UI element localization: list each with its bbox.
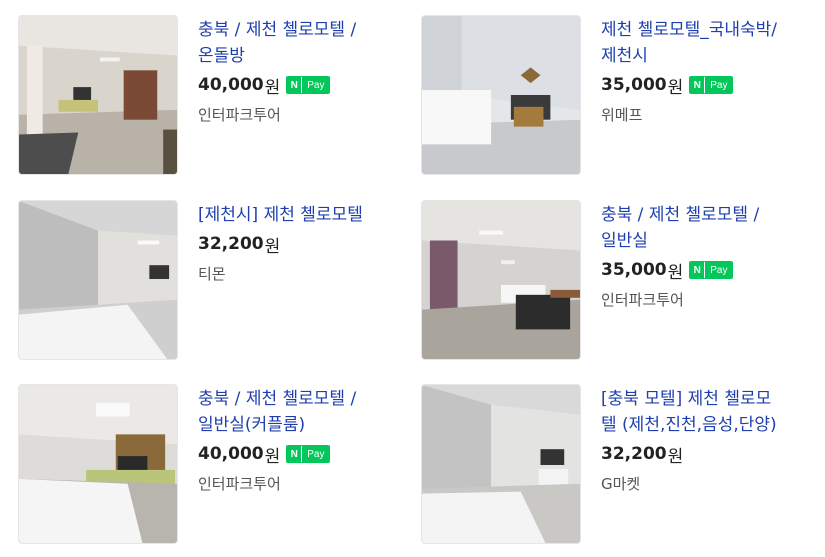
listing-price: 35,000 — [601, 75, 667, 95]
seller-name[interactable]: 인터파크투어 — [601, 290, 801, 310]
listing-title[interactable]: [제천시] 제천 첼로모텔 — [198, 202, 398, 228]
listing-card-4[interactable]: 충북 / 제천 첼로모텔 / 일반실 35,000 원 N Pay 인터파크투어 — [421, 200, 821, 362]
listing-title[interactable]: 제천 첼로모텔_국내숙박/제천시 — [601, 17, 801, 69]
seller-name[interactable]: 티몬 — [198, 264, 398, 284]
seller-name[interactable]: 위메프 — [601, 105, 801, 125]
listing-price: 40,000 — [198, 75, 264, 95]
listing-thumbnail[interactable] — [421, 15, 581, 175]
listing-title[interactable]: 충북 / 제천 첼로모텔 / 온돌방 — [198, 17, 398, 69]
listing-card-5[interactable]: 충북 / 제천 첼로모텔 / 일반실(커플룸) 40,000 원 N Pay 인터파크… — [18, 384, 418, 546]
listing-price: 32,200 — [198, 234, 264, 254]
listing-thumbnail[interactable] — [18, 15, 178, 175]
listing-thumbnail[interactable] — [421, 200, 581, 360]
seller-name[interactable]: G마켓 — [601, 474, 801, 494]
listing-thumbnail[interactable] — [18, 384, 178, 544]
currency-label: 원 — [264, 77, 281, 98]
listing-card-1[interactable]: 충북 / 제천 첼로모텔 / 온돌방 40,000 원 N Pay 인터파크투어 — [18, 15, 418, 177]
currency-label: 원 — [667, 262, 684, 283]
currency-label: 원 — [667, 446, 684, 467]
listing-title[interactable]: [충북 모텔] 제천 첼로모 텔 (제천,진천,음성,단양) — [601, 386, 801, 438]
currency-label: 원 — [667, 77, 684, 98]
listing-price: 40,000 — [198, 444, 264, 464]
listing-price: 32,200 — [601, 444, 667, 464]
listing-card-2[interactable]: 제천 첼로모텔_국내숙박/제천시 35,000 원 N Pay 위메프 — [421, 15, 821, 177]
seller-name[interactable]: 인터파크투어 — [198, 474, 398, 494]
listing-card-6[interactable]: [충북 모텔] 제천 첼로모 텔 (제천,진천,음성,단양) 32,200 원 G마… — [421, 384, 821, 546]
npay-badge: N Pay — [286, 76, 331, 94]
currency-label: 원 — [264, 446, 281, 467]
npay-badge: N Pay — [286, 445, 331, 463]
listing-card-3[interactable]: [제천시] 제천 첼로모텔 32,200 원 티몬 — [18, 200, 418, 362]
npay-badge: N Pay — [689, 76, 734, 94]
npay-badge: N Pay — [689, 261, 734, 279]
listing-thumbnail[interactable] — [18, 200, 178, 360]
listing-title[interactable]: 충북 / 제천 첼로모텔 / 일반실 — [601, 202, 801, 254]
listing-title[interactable]: 충북 / 제천 첼로모텔 / 일반실(커플룸) — [198, 386, 398, 438]
currency-label: 원 — [264, 236, 281, 257]
seller-name[interactable]: 인터파크투어 — [198, 105, 398, 125]
listing-thumbnail[interactable] — [421, 384, 581, 544]
listing-price: 35,000 — [601, 260, 667, 280]
